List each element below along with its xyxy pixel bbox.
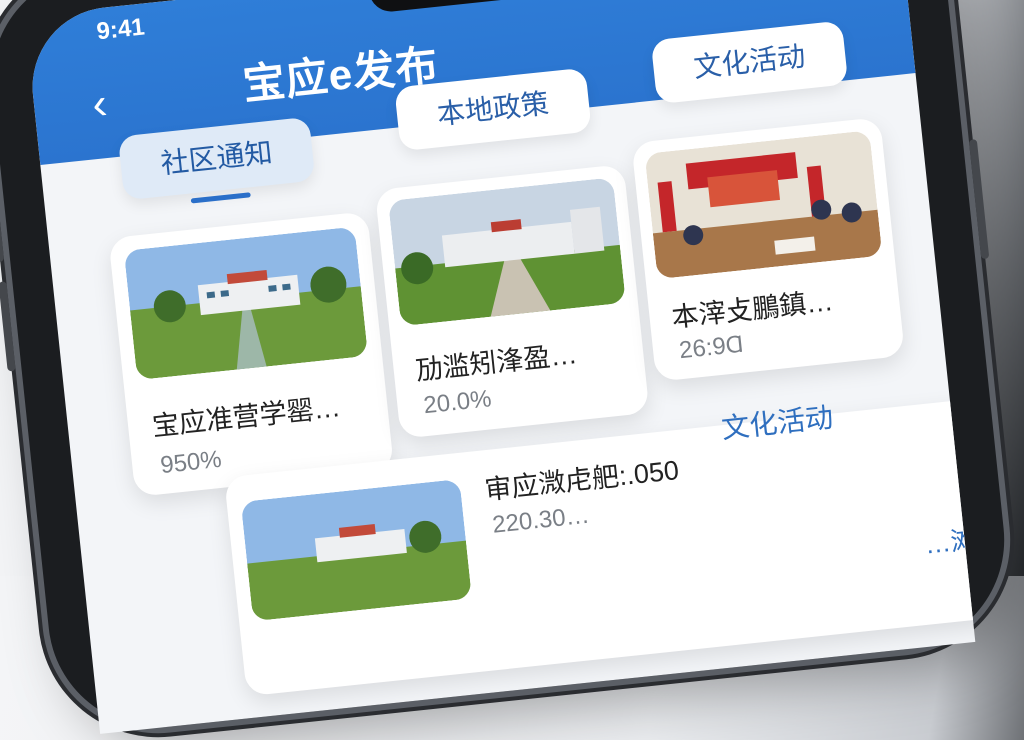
active-tab-indicator [190,192,251,204]
school-campus-image [123,226,369,381]
volume-up-button [0,201,5,263]
card-thumbnail [123,226,369,381]
card-meta: 950% [159,445,223,480]
power-button [968,139,990,260]
card-title: 劢滥矧浲盈… [414,339,579,386]
card-thumbnail [387,177,626,327]
card-meta: 26:9Ɑ [677,330,745,365]
news-card[interactable]: 本滓攴鵬鎮… 26:9Ɑ [631,117,906,382]
footer-peek-text: …滩财 [923,521,976,560]
status-time: 9:41 [95,13,146,46]
volume-down-button [0,281,16,372]
tab-label: 社区通知 [159,136,274,180]
card-thumbnail [644,130,883,280]
card-title: 本滓攴鵬鎮… [670,286,835,333]
tab-label: 文化活动 [692,40,807,84]
tab-community-notice[interactable]: 社区通知 [117,116,316,204]
card-title: 宝应准营学罂… [150,392,342,442]
phone-screen: 9:41 ▮ ‹ 宝应e发布 社区通知 本地政策 文化活动 [24,0,976,734]
meeting-room-image [644,130,883,280]
news-card[interactable]: 宝应准营学罂… 950% [108,211,395,497]
card-meta: 20.0% [422,385,493,420]
school-campus-image [240,478,472,622]
news-card[interactable]: 劢滥矧浲盈… 20.0% [374,164,650,439]
phone-frame: 9:41 ▮ ‹ 宝应e发布 社区通知 本地政策 文化活动 [0,0,1016,739]
scene: 9:41 ▮ ‹ 宝应e发布 社区通知 本地政策 文化活动 [0,0,1024,739]
list-item-title: 审应溦虍舥:.050 [483,455,681,506]
list-item-meta: 220.30… [491,501,591,539]
school-building-image [387,177,626,327]
category-tag[interactable]: 文化活动 [719,396,835,447]
list-thumbnail [240,478,472,622]
tab-label: 本地政策 [435,87,551,131]
